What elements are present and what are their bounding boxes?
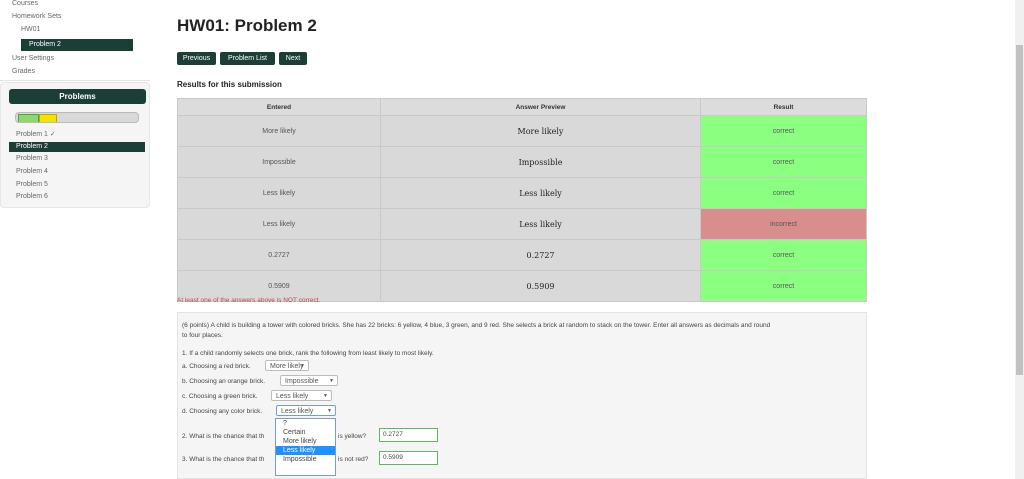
question-3-label-end: is not red? xyxy=(338,456,369,463)
result-cell: incorrect xyxy=(700,208,867,240)
results-table: Entered Answer Preview Result More likel… xyxy=(177,98,867,302)
nav-homework-sets[interactable]: Homework Sets xyxy=(12,13,61,20)
table-row: More likely More likely correct xyxy=(177,115,867,147)
dropdown-option[interactable]: Impossible xyxy=(276,455,335,464)
problem-item-5[interactable]: Problem 5 xyxy=(16,181,48,188)
preview-cell: More likely xyxy=(380,115,701,147)
dropdown-option[interactable]: More likely xyxy=(276,437,335,446)
progress-bar xyxy=(15,112,139,123)
chevron-down-icon: ▼ xyxy=(327,408,332,414)
select-1a-value: More likely xyxy=(270,363,304,370)
nav-courses[interactable]: Courses xyxy=(12,0,38,7)
previous-button[interactable]: Previous xyxy=(177,52,216,65)
question-1b: b. Choosing an orange brick. xyxy=(182,378,266,385)
col-result: Result xyxy=(700,98,867,116)
table-row: Impossible Impossible correct xyxy=(177,146,867,178)
dropdown-option[interactable]: ? xyxy=(276,419,335,428)
question-1d: d. Choosing any color brick. xyxy=(182,408,263,415)
answer-input-3[interactable]: 0.5909 xyxy=(379,451,438,465)
question-1: 1. If a child randomly selects one brick… xyxy=(182,350,434,357)
select-1c-value: Less likely xyxy=(276,393,309,400)
nav-problem2[interactable]: Problem 2 xyxy=(21,39,133,51)
question-2-label-end: is yellow? xyxy=(338,433,367,440)
problem-item-2[interactable]: Problem 2 xyxy=(9,142,145,152)
preview-cell: Less likely xyxy=(380,208,701,240)
problem-item-3[interactable]: Problem 3 xyxy=(16,155,48,162)
result-cell: correct xyxy=(700,177,867,209)
next-button[interactable]: Next xyxy=(279,52,307,65)
dropdown-menu: ? Certain More likely Less likely Imposs… xyxy=(275,418,336,476)
warning-message: At least one of the answers above is NOT… xyxy=(177,297,321,304)
problem-item-4[interactable]: Problem 4 xyxy=(16,168,48,175)
entered-cell: 0.2727 xyxy=(177,239,381,271)
progress-correct xyxy=(18,114,39,122)
select-1c[interactable]: Less likely ▼ xyxy=(271,390,332,401)
table-row: Less likely Less likely incorrect xyxy=(177,208,867,240)
nav-hw01[interactable]: HW01 xyxy=(21,26,40,33)
problem-item-1[interactable]: Problem 1 ✓ xyxy=(16,130,56,138)
preview-cell: Less likely xyxy=(380,177,701,209)
problem-statement-2: to four places. xyxy=(182,332,223,339)
chevron-down-icon: ▼ xyxy=(323,393,328,399)
nav-user-settings[interactable]: User Settings xyxy=(12,55,54,62)
result-cell: correct xyxy=(700,239,867,271)
problem-item-6[interactable]: Problem 6 xyxy=(16,193,48,200)
progress-partial xyxy=(39,114,57,122)
result-cell: correct xyxy=(700,146,867,178)
problem-statement: (6 points) A child is building a tower w… xyxy=(182,322,771,329)
col-answer-preview: Answer Preview xyxy=(380,98,701,116)
select-1d-value: Less likely xyxy=(281,408,314,415)
preview-cell: Impossible xyxy=(380,146,701,178)
scrollbar-thumb[interactable] xyxy=(1016,45,1023,375)
sidebar-nav: Courses Homework Sets HW01 Problem 2 Use… xyxy=(0,0,150,81)
question-3-label: 3. What is the chance that th xyxy=(182,456,265,463)
select-1b-value: Impossible xyxy=(285,378,319,385)
question-1a: a. Choosing a red brick. xyxy=(182,363,251,370)
select-1d[interactable]: Less likely ▼ xyxy=(276,405,336,416)
table-row: 0.2727 0.2727 correct xyxy=(177,239,867,271)
page-title: HW01: Problem 2 xyxy=(177,16,317,35)
problem-list-button[interactable]: Problem List xyxy=(220,52,275,65)
dropdown-option[interactable]: Certain xyxy=(276,428,335,437)
col-entered: Entered xyxy=(177,98,381,116)
entered-cell: Impossible xyxy=(177,146,381,178)
preview-cell: 0.5909 xyxy=(380,270,701,302)
select-1a[interactable]: More likely ▼ xyxy=(265,360,309,371)
preview-cell: 0.2727 xyxy=(380,239,701,271)
nav-grades[interactable]: Grades xyxy=(12,68,35,75)
dropdown-option-selected[interactable]: Less likely xyxy=(276,446,335,455)
problems-panel-title: Problems xyxy=(9,89,146,104)
entered-cell: Less likely xyxy=(177,208,381,240)
result-cell: correct xyxy=(700,115,867,147)
question-2-label: 2. What is the chance that th xyxy=(182,433,265,440)
entered-cell: More likely xyxy=(177,115,381,147)
chevron-down-icon: ▼ xyxy=(300,363,305,369)
table-row: Less likely Less likely correct xyxy=(177,177,867,209)
question-1c: c. Choosing a green brick. xyxy=(182,393,258,400)
results-title: Results for this submission xyxy=(177,80,282,89)
chevron-down-icon: ▼ xyxy=(329,378,334,384)
answer-input-2[interactable]: 0.2727 xyxy=(379,428,438,442)
result-cell: correct xyxy=(700,270,867,302)
entered-cell: Less likely xyxy=(177,177,381,209)
select-1b[interactable]: Impossible ▼ xyxy=(280,375,338,386)
page-scrollbar[interactable] xyxy=(1015,0,1024,479)
